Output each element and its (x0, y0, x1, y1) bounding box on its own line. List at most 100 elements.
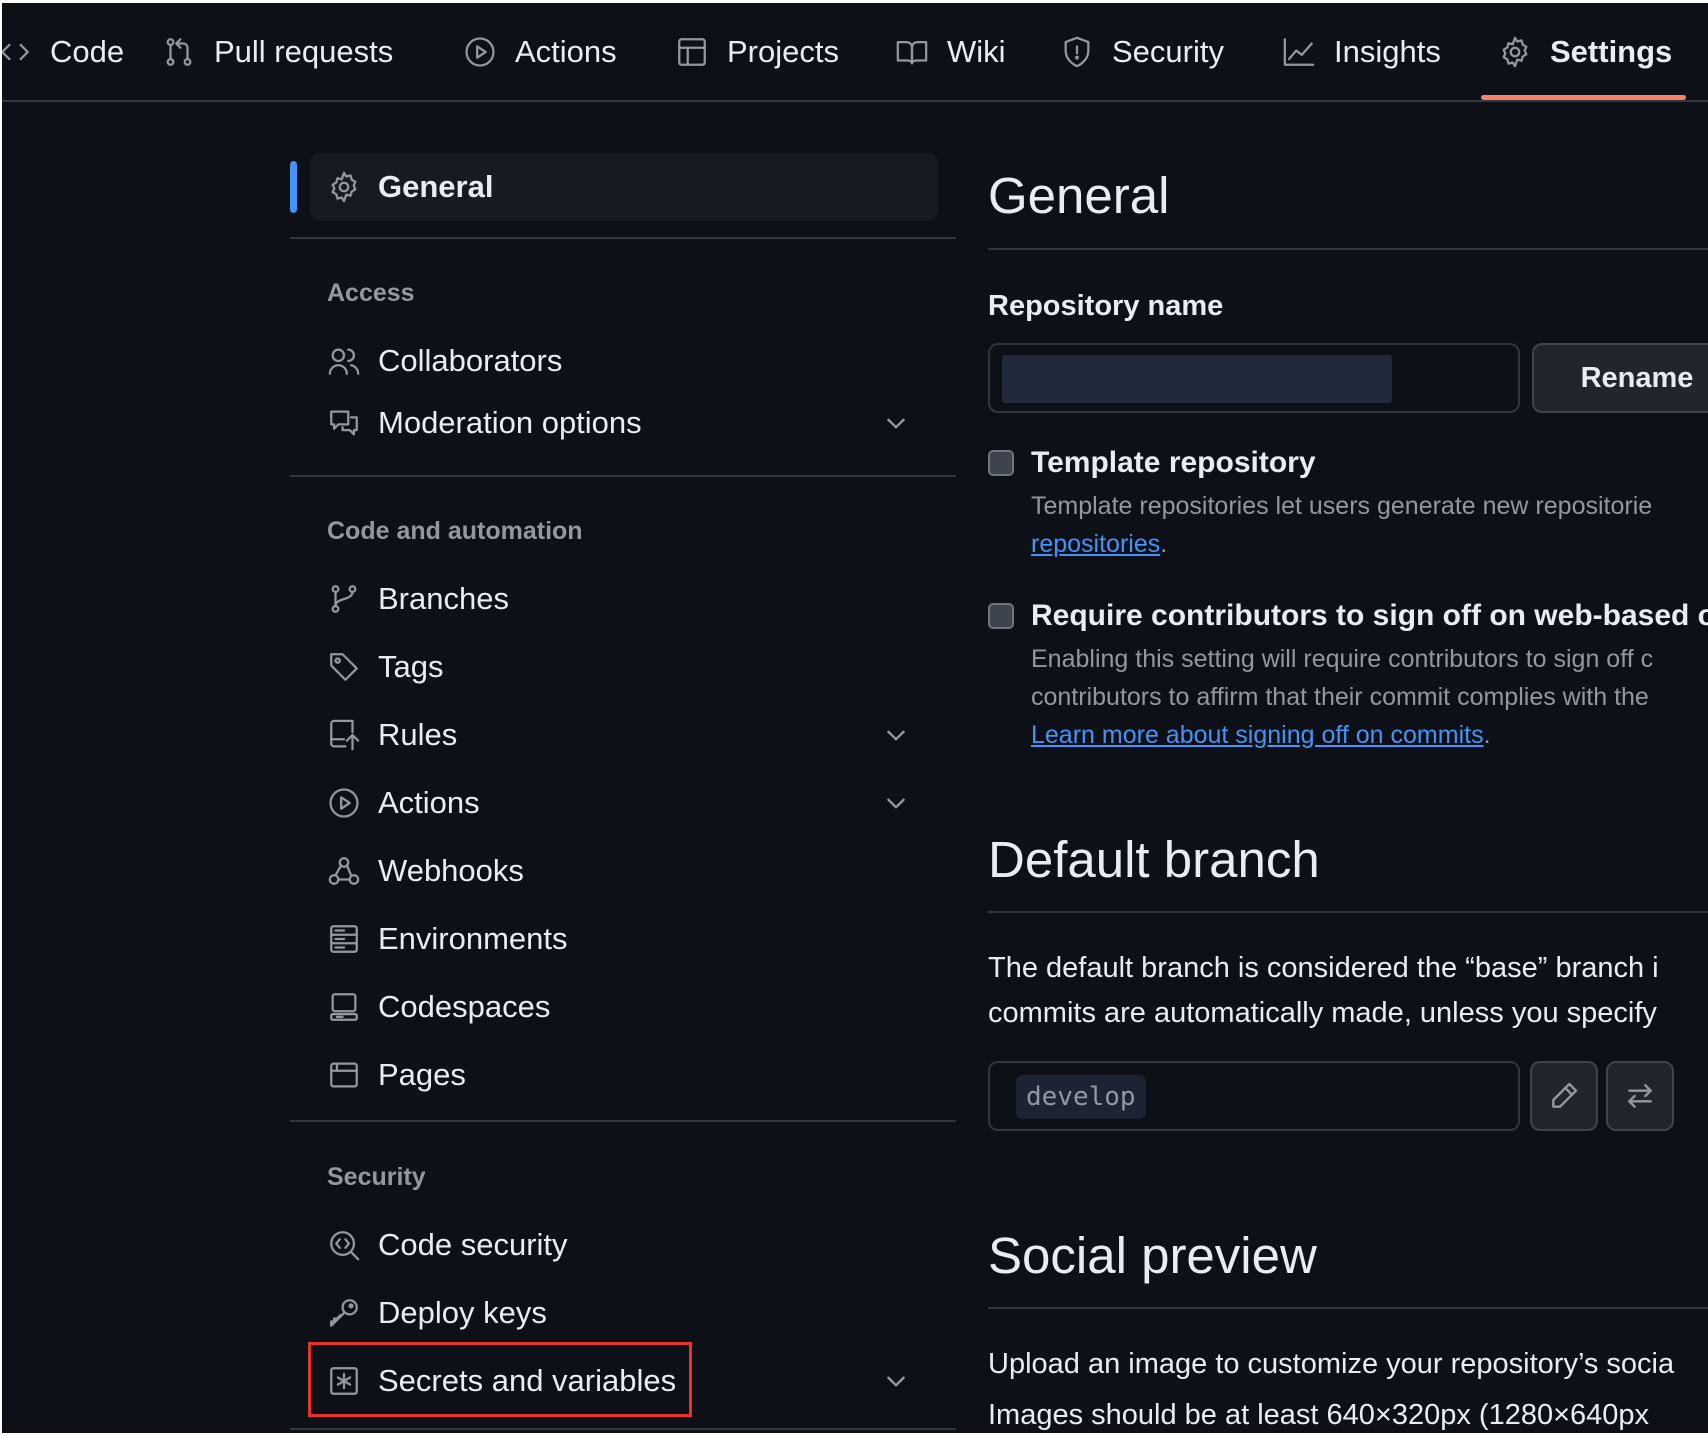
template-repo-desc: Template repositories let users generate… (1031, 492, 1653, 520)
branch-name-chip: develop (1016, 1075, 1146, 1119)
sidebar-item-codespaces[interactable]: Codespaces (310, 977, 938, 1037)
tab-code[interactable]: Code (2, 3, 124, 100)
sidebar-heading-security: Security (327, 1163, 426, 1191)
sidebar-item-rules[interactable]: Rules (310, 705, 938, 765)
people-icon (328, 348, 360, 375)
sidebar-heading-code-automation: Code and automation (327, 517, 583, 545)
key-icon (330, 1299, 358, 1327)
template-repo-title: Template repository (1031, 446, 1316, 479)
active-tab-underline (1481, 95, 1686, 100)
codescan-icon (330, 1231, 360, 1261)
table-icon (678, 37, 706, 66)
tab-projects[interactable]: Projects (675, 3, 839, 100)
tab-pull-requests[interactable]: Pull requests (162, 3, 393, 100)
codespaces-icon (330, 993, 358, 1021)
sidebar-item-actions[interactable]: Actions (310, 773, 938, 833)
sidebar-item-collaborators[interactable]: Collaborators (310, 331, 938, 391)
signoff-learn-more-link[interactable]: Learn more about signing off on commits (1031, 721, 1484, 749)
divider (988, 911, 1708, 913)
repo-name-input[interactable] (988, 343, 1520, 413)
tab-wiki-label: Wiki (947, 33, 1006, 69)
edit-branch-button[interactable] (1530, 1061, 1598, 1131)
template-repo-checkbox[interactable] (988, 450, 1014, 476)
divider (290, 237, 956, 239)
tab-security[interactable]: Security (1060, 3, 1224, 100)
sidebar-item-general-label: General (378, 169, 494, 204)
chevron-down-icon[interactable] (883, 790, 909, 816)
divider (290, 1428, 956, 1430)
sidebar-item-label: Branches (378, 581, 509, 616)
tab-pull-requests-label: Pull requests (214, 33, 394, 69)
tab-projects-label: Projects (727, 33, 839, 69)
social-preview-heading: Social preview (988, 1227, 1317, 1284)
signoff-desc-line2: contributors to affirm that their commit… (1031, 683, 1649, 711)
sidebar-item-label: Webhooks (378, 853, 524, 888)
comment-discussion-icon (330, 410, 358, 436)
sidebar-item-deploy-keys[interactable]: Deploy keys (310, 1283, 938, 1343)
sidebar-item-pages[interactable]: Pages (310, 1045, 938, 1105)
switch-branch-button[interactable] (1606, 1061, 1674, 1131)
default-branch-desc: The default branch is considered the “ba… (988, 952, 1659, 984)
divider (290, 1120, 956, 1122)
chevron-down-icon[interactable] (883, 722, 909, 748)
sidebar-item-webhooks[interactable]: Webhooks (310, 841, 938, 901)
browser-icon (330, 1062, 358, 1088)
sidebar-item-label: Moderation options (378, 405, 642, 440)
repo-name-label: Repository name (988, 290, 1224, 322)
default-branch-heading: Default branch (988, 831, 1320, 888)
sidebar-item-label: Pages (378, 1057, 466, 1092)
signoff-title: Require contributors to sign off on web-… (1031, 599, 1708, 632)
play-icon (329, 788, 359, 818)
gear-icon (331, 171, 357, 203)
selected-indicator (290, 161, 297, 213)
sidebar-item-label: Rules (378, 717, 458, 752)
default-branch-desc-line2: commits are automatically made, unless y… (988, 997, 1657, 1029)
default-branch-field: develop (988, 1061, 1520, 1131)
divider (988, 248, 1708, 250)
chevron-down-icon[interactable] (883, 1368, 909, 1394)
punctuation: . (1160, 530, 1168, 558)
code-icon (2, 43, 29, 60)
sidebar-heading-access: Access (327, 279, 415, 307)
sidebar-item-label: Code security (378, 1227, 568, 1262)
sidebar-item-label: Deploy keys (378, 1295, 547, 1330)
social-preview-desc-line2: Images should be at least 640×320px (128… (988, 1399, 1650, 1431)
tab-insights-label: Insights (1334, 33, 1441, 69)
signoff-checkbox[interactable] (988, 603, 1014, 629)
book-icon (896, 40, 928, 64)
sidebar-item-general[interactable]: General (310, 153, 938, 221)
repo-nav: Code Pull requests Actions Projects Wiki… (2, 3, 1708, 102)
tab-settings-label: Settings (1550, 33, 1673, 69)
tag-icon (330, 653, 358, 681)
sidebar-item-branches[interactable]: Branches (310, 569, 938, 629)
punctuation: . (1483, 721, 1491, 749)
sidebar-item-label: Environments (378, 921, 568, 956)
sidebar-item-label: Codespaces (378, 989, 551, 1024)
arrow-switch-icon (1628, 1084, 1652, 1108)
tab-wiki[interactable]: Wiki (895, 3, 1006, 100)
signoff-desc: Enabling this setting will require contr… (1031, 645, 1654, 673)
gear-icon (1502, 36, 1528, 67)
chevron-down-icon[interactable] (883, 410, 909, 436)
tab-actions[interactable]: Actions (463, 3, 617, 100)
signoff-desc-line3: Learn more about signing off on commits. (1031, 716, 1491, 754)
sidebar-item-moderation-options[interactable]: Moderation options (310, 393, 938, 453)
template-repo-link[interactable]: repositories (1031, 530, 1160, 558)
tab-code-label: Code (50, 33, 125, 69)
server-icon (330, 925, 358, 953)
git-branch-icon (331, 585, 357, 613)
tab-settings[interactable]: Settings (1498, 3, 1672, 100)
pull-request-icon (166, 37, 192, 66)
sidebar-item-code-security[interactable]: Code security (310, 1215, 938, 1275)
sidebar-item-environments[interactable]: Environments (310, 909, 938, 969)
tab-insights[interactable]: Insights (1282, 3, 1441, 100)
tab-actions-label: Actions (515, 33, 617, 69)
highlight-box (308, 1342, 692, 1417)
rename-button[interactable]: Rename (1532, 343, 1708, 413)
divider (290, 475, 956, 477)
sidebar-item-tags[interactable]: Tags (310, 637, 938, 697)
sidebar-item-label: Tags (378, 649, 444, 684)
pencil-icon (1552, 1082, 1578, 1108)
divider (988, 1307, 1708, 1309)
redacted-value (1002, 355, 1392, 403)
